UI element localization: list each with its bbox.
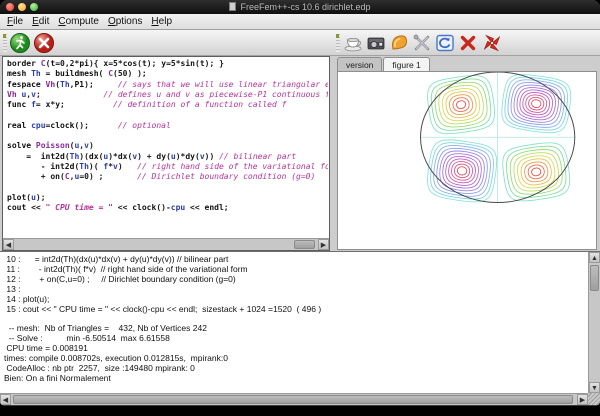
contour-lobe-upper-left [425, 73, 497, 137]
tab-version[interactable]: version [337, 57, 382, 72]
code-text[interactable]: border C(t=0,2*pi){ x=5*cos(t); y=5*sin(… [7, 59, 328, 237]
console-vscrollbar[interactable]: ▲ ▼ [588, 252, 600, 393]
scroll-up-icon[interactable]: ▲ [589, 252, 600, 263]
toolbar-grip-left[interactable] [3, 34, 7, 52]
scroll-down-icon[interactable]: ▼ [589, 382, 600, 393]
menu-item-options[interactable]: Options [106, 15, 149, 28]
code-line: cout << " CPU time = " << clock()-cpu <<… [7, 203, 328, 213]
contour-ring [531, 167, 541, 176]
code-line: solve Poisson(u,v) [7, 141, 328, 151]
console-hscroll-thumb[interactable] [13, 395, 573, 404]
menu-item-edit[interactable]: Edit [30, 15, 56, 28]
contour-ring [448, 93, 474, 116]
contour-ring [438, 149, 487, 194]
menu-bar: FileEditComputeOptionsHelp [0, 14, 600, 30]
contour-ring [499, 72, 573, 136]
contour-ring [425, 73, 497, 137]
contour-ring [441, 151, 484, 190]
coffee-cup-icon[interactable] [342, 32, 364, 54]
contour-ring [531, 99, 541, 108]
figure-plot-area [337, 71, 597, 250]
contour-ring [457, 166, 467, 176]
contour-ring [525, 94, 548, 114]
menu-item-help[interactable]: Help [149, 15, 179, 28]
main-split: border C(t=0,2*pi){ x=5*cos(t); y=5*sin(… [0, 56, 600, 251]
code-line: real cpu=clock(); // optional [7, 121, 328, 131]
title-bar[interactable]: FreeFem++-cs 10.6 dirichlet.edp [0, 0, 600, 14]
console-line: Bien: On a fini Normalement [4, 374, 586, 384]
code-line: mesh Th = buildmesh( C(50) ); [7, 69, 328, 79]
console-output: 10 : = int2d(Th)(dx(u)*dx(v) + dy(u)*dy(… [0, 251, 600, 405]
contour-ring [437, 83, 486, 126]
contour-ring [527, 164, 545, 180]
contour-ring [454, 163, 471, 178]
menu-item-compute[interactable]: Compute [56, 15, 106, 28]
code-line: fespace Vh(Th,P1); // says that we will … [7, 80, 328, 90]
refresh-icon[interactable] [434, 32, 456, 54]
contour-plot [338, 72, 596, 249]
camera-icon[interactable] [365, 32, 387, 54]
pinwheel-icon[interactable] [481, 32, 503, 54]
code-line [7, 131, 328, 141]
menu-item-file[interactable]: File [5, 15, 30, 28]
window-title: FreeFem++-cs 10.6 dirichlet.edp [0, 1, 600, 14]
contour-ring [515, 85, 557, 122]
code-line: border C(t=0,2*pi){ x=5*cos(t); y=5*sin(… [7, 59, 328, 69]
run-button[interactable] [9, 32, 31, 54]
editor-hscrollbar[interactable]: ◀ ▶ [3, 238, 329, 250]
contour-ring [512, 83, 561, 125]
editor-hscroll-thumb[interactable] [294, 240, 315, 249]
code-line [7, 110, 328, 120]
tab-bar: versionfigure 1 [337, 57, 430, 72]
code-editor[interactable]: border C(t=0,2*pi){ x=5*cos(t); y=5*sin(… [2, 56, 330, 251]
contour-ring [523, 161, 549, 184]
app-window: FreeFem++-cs 10.6 dirichlet.edp FileEdit… [0, 0, 600, 406]
code-line: func f= x*y; // definition of a function… [7, 100, 328, 110]
contour-lobe-upper-right [499, 72, 573, 136]
console-line: 15 : cout << " CPU time = " << clock()-c… [4, 305, 586, 315]
contour-ring [456, 100, 466, 109]
close-red-x-icon[interactable] [457, 32, 479, 54]
resize-grip-icon[interactable] [588, 393, 600, 405]
scroll-left-icon[interactable]: ◀ [3, 239, 14, 250]
scroll-left-icon[interactable]: ◀ [0, 394, 11, 405]
code-line: plot(u); [7, 193, 328, 203]
code-line: + on(C,u=0) ; // Dirichlet boundary cond… [7, 172, 328, 182]
contour-ring [452, 97, 470, 113]
code-line: Vh u,v; // defines u and v as piecewise-… [7, 90, 328, 100]
freefem-logo-icon[interactable] [388, 32, 410, 54]
console-line: 13 : [4, 285, 586, 295]
stop-button[interactable] [33, 32, 55, 54]
contour-ring [512, 150, 561, 193]
contour-ring [450, 160, 473, 181]
contour-ring [425, 137, 500, 205]
scroll-right-icon[interactable]: ▶ [577, 394, 588, 405]
document-icon [229, 2, 236, 11]
tools-icon[interactable] [411, 32, 433, 54]
graphics-pane: versionfigure 1 [336, 56, 598, 251]
console-vscroll-thumb[interactable] [590, 265, 599, 291]
contour-ring [433, 80, 490, 130]
tab-figure-1[interactable]: figure 1 [383, 57, 429, 72]
code-line: - int2d(Th)( f*v) // right hand side of … [7, 162, 328, 172]
console-hscrollbar[interactable]: ◀ ▶ [0, 393, 588, 405]
contour-ring [528, 96, 545, 111]
toolbar [0, 30, 600, 56]
console-text: 10 : = int2d(Th)(dx(u)*dx(v) + dy(u)*dy(… [4, 255, 586, 391]
toolbar-grip-right[interactable] [336, 34, 340, 52]
code-line: = int2d(Th)(dx(u)*dx(v) + dy(u)*dy(v)) /… [7, 152, 328, 162]
console-line: -- Solve : min -6.50514 max 6.61558 [4, 334, 586, 344]
contour-ring [508, 147, 565, 197]
scroll-right-icon[interactable]: ▶ [318, 239, 329, 250]
code-line [7, 183, 328, 193]
console-line: 12 : + on(C,u=0) ; // Dirichlet boundary… [4, 275, 586, 285]
contour-lobe-lower-left [425, 137, 500, 205]
